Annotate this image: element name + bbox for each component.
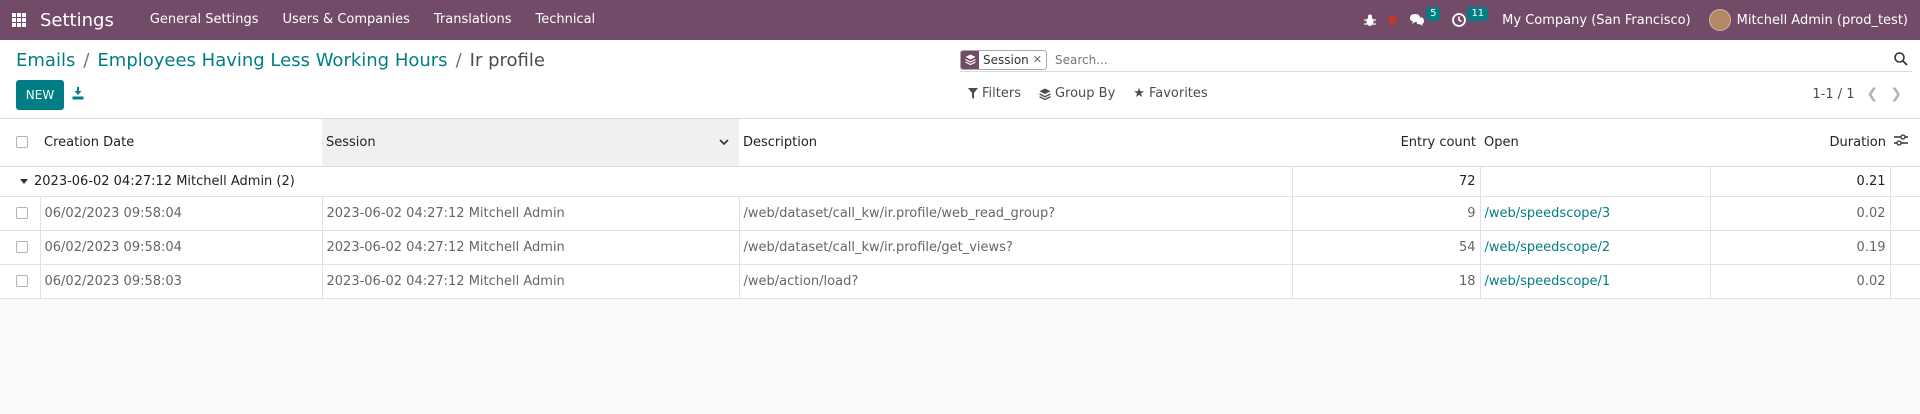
breadcrumb-separator: / [455, 50, 462, 71]
row-checkbox[interactable] [0, 230, 40, 265]
menu-users-companies[interactable]: Users & Companies [271, 0, 422, 40]
list-view: Creation Date Session Description Entry … [0, 119, 1920, 299]
pager-value[interactable]: 1-1 / 1 [1812, 87, 1854, 102]
new-button[interactable]: NEW [16, 80, 64, 110]
table-row[interactable]: 06/02/2023 09:58:04 2023-06-02 04:27:12 … [0, 196, 1920, 231]
company-switcher[interactable]: My Company (San Francisco) [1502, 13, 1690, 28]
breadcrumb: Emails / Employees Having Less Working H… [16, 50, 545, 71]
group-entry-count: 72 [1291, 166, 1480, 197]
layers-icon [1039, 88, 1051, 100]
row-description: /web/dataset/call_kw/ir.profile/get_view… [738, 230, 1292, 265]
user-menu[interactable]: Mitchell Admin (prod_test) [1708, 9, 1908, 31]
pager-previous-icon[interactable]: ❮ [1867, 86, 1879, 102]
speedscope-link[interactable]: /web/speedscope/2 [1485, 240, 1611, 255]
menu-general-settings[interactable]: General Settings [138, 0, 271, 40]
group-label-cell[interactable]: 2023-06-02 04:27:12 Mitchell Admin (2) [0, 166, 1292, 197]
activities-badge: 11 [1467, 7, 1489, 21]
control-panel: Emails / Employees Having Less Working H… [0, 40, 1920, 119]
apps-menu-icon[interactable] [12, 13, 26, 27]
row-description: /web/action/load? [738, 264, 1292, 299]
pager: 1-1 / 1 ❮ ❯ [1812, 86, 1902, 102]
row-open: /web/speedscope/2 [1479, 230, 1710, 265]
user-name: Mitchell Admin (prod_test) [1736, 12, 1908, 28]
group-open [1479, 166, 1710, 197]
top-navbar: Settings General Settings Users & Compan… [0, 0, 1920, 40]
row-creation-date: 06/02/2023 09:58:03 [39, 264, 322, 299]
row-creation-date: 06/02/2023 09:58:04 [39, 230, 322, 265]
row-description: /web/dataset/call_kw/ir.profile/web_read… [738, 196, 1292, 231]
row-empty [1889, 230, 1920, 265]
caret-down-icon [20, 178, 28, 184]
column-entry-count[interactable]: Entry count [1292, 119, 1480, 167]
avatar [1708, 9, 1731, 31]
table-row[interactable]: 06/02/2023 09:58:04 2023-06-02 04:27:12 … [0, 230, 1920, 265]
messages-chat-icon[interactable]: 5 [1409, 7, 1441, 27]
row-duration: 0.02 [1709, 196, 1890, 231]
column-description[interactable]: Description [739, 119, 1292, 167]
group-label: 2023-06-02 04:27:12 Mitchell Admin (2) [34, 173, 295, 189]
debug-bug-icon[interactable] [1364, 14, 1377, 27]
optional-columns-icon[interactable] [1890, 119, 1920, 167]
favorites-button[interactable]: ★ Favorites [1133, 86, 1207, 101]
search-facet[interactable]: Session ✕ [960, 49, 1048, 70]
app-name[interactable]: Settings [40, 10, 114, 31]
messages-badge: 5 [1426, 7, 1441, 21]
column-open[interactable]: Open [1480, 119, 1710, 167]
search-icon[interactable] [1894, 51, 1910, 68]
speedscope-link[interactable]: /web/speedscope/1 [1485, 274, 1611, 289]
column-session[interactable]: Session [322, 119, 739, 167]
menu-translations[interactable]: Translations [422, 0, 524, 40]
row-entry-count: 18 [1291, 264, 1480, 299]
breadcrumb-emails[interactable]: Emails [16, 50, 75, 71]
facet-remove-icon[interactable]: ✕ [1033, 53, 1046, 66]
breadcrumb-separator: / [83, 50, 90, 71]
row-duration: 0.19 [1709, 230, 1890, 265]
download-icon[interactable] [72, 86, 86, 102]
star-icon: ★ [1133, 86, 1145, 101]
row-duration: 0.02 [1709, 264, 1890, 299]
row-checkbox[interactable] [0, 196, 40, 231]
groupby-label: Group By [1054, 86, 1116, 101]
row-entry-count: 54 [1291, 230, 1480, 265]
main-menu: General Settings Users & Companies Trans… [138, 0, 607, 40]
speedscope-link[interactable]: /web/speedscope/3 [1485, 206, 1611, 221]
facet-value: Session [983, 52, 1029, 67]
row-empty [1889, 264, 1920, 299]
row-entry-count: 9 [1291, 196, 1480, 231]
status-dot-icon [1388, 15, 1398, 25]
row-open: /web/speedscope/1 [1479, 264, 1710, 299]
search-options: Filters Group By ★ Favorites [968, 86, 1208, 101]
row-session: 2023-06-02 04:27:12 Mitchell Admin [321, 196, 739, 231]
search-input[interactable] [1055, 52, 1894, 67]
pager-next-icon[interactable]: ❯ [1890, 86, 1902, 102]
select-all-checkbox[interactable] [0, 119, 40, 167]
filter-icon [968, 88, 978, 99]
row-checkbox[interactable] [0, 264, 40, 299]
table-header: Creation Date Session Description Entry … [0, 119, 1920, 167]
groupby-button[interactable]: Group By [1039, 86, 1115, 101]
table-row[interactable]: 06/02/2023 09:58:03 2023-06-02 04:27:12 … [0, 264, 1920, 299]
favorites-label: Favorites [1148, 86, 1208, 101]
row-creation-date: 06/02/2023 09:58:04 [39, 196, 322, 231]
filters-label: Filters [982, 86, 1021, 101]
row-session: 2023-06-02 04:27:12 Mitchell Admin [321, 264, 739, 299]
column-session-label: Session [326, 134, 376, 150]
breadcrumb-employees[interactable]: Employees Having Less Working Hours [97, 50, 447, 71]
row-empty [1889, 196, 1920, 231]
group-row[interactable]: 2023-06-02 04:27:12 Mitchell Admin (2) 7… [0, 166, 1920, 197]
row-session: 2023-06-02 04:27:12 Mitchell Admin [321, 230, 739, 265]
layers-icon [961, 50, 979, 69]
search-bar: Session ✕ [960, 48, 1912, 72]
column-creation-date[interactable]: Creation Date [40, 119, 322, 167]
group-empty [1889, 166, 1920, 197]
menu-technical[interactable]: Technical [523, 0, 607, 40]
filters-button[interactable]: Filters [968, 86, 1021, 101]
group-duration: 0.21 [1709, 166, 1890, 197]
row-open: /web/speedscope/3 [1479, 196, 1710, 231]
chevron-down-icon [719, 135, 729, 150]
activities-clock-icon[interactable]: 11 [1452, 7, 1489, 27]
column-duration[interactable]: Duration [1710, 119, 1890, 167]
breadcrumb-current: Ir profile [469, 50, 545, 71]
